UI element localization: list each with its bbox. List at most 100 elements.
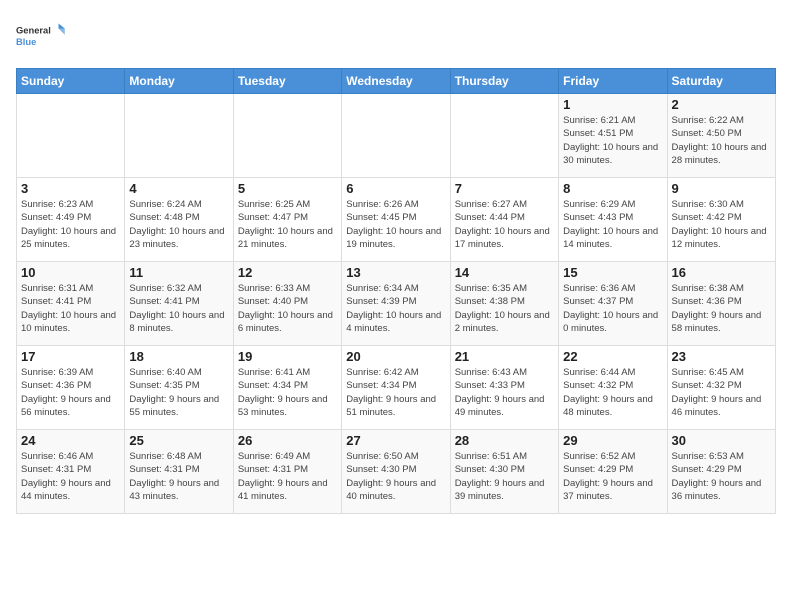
svg-text:General: General: [16, 26, 51, 36]
day-info: Sunrise: 6:40 AM Sunset: 4:35 PM Dayligh…: [129, 366, 228, 419]
day-number: 11: [129, 265, 228, 280]
calendar-cell: 28 Sunrise: 6:51 AM Sunset: 4:30 PM Dayli…: [450, 430, 558, 514]
day-number: 29: [563, 433, 662, 448]
day-info: Sunrise: 6:52 AM Sunset: 4:29 PM Dayligh…: [563, 450, 662, 503]
day-info: Sunrise: 6:46 AM Sunset: 4:31 PM Dayligh…: [21, 450, 120, 503]
calendar-table: SundayMondayTuesdayWednesdayThursdayFrid…: [16, 68, 776, 514]
day-number: 23: [672, 349, 771, 364]
day-info: Sunrise: 6:30 AM Sunset: 4:42 PM Dayligh…: [672, 198, 771, 251]
day-info: Sunrise: 6:33 AM Sunset: 4:40 PM Dayligh…: [238, 282, 337, 335]
calendar-week-row: 1 Sunrise: 6:21 AM Sunset: 4:51 PM Daylig…: [17, 94, 776, 178]
weekday-header: Thursday: [450, 69, 558, 94]
calendar-cell: 27 Sunrise: 6:50 AM Sunset: 4:30 PM Dayli…: [342, 430, 450, 514]
calendar-cell: 8 Sunrise: 6:29 AM Sunset: 4:43 PM Daylig…: [559, 178, 667, 262]
calendar-cell: 26Sunrise: 6:49 AM Sunset: 4:31 PM Dayli…: [233, 430, 341, 514]
svg-text:Blue: Blue: [16, 37, 36, 47]
day-number: 25: [129, 433, 228, 448]
day-info: Sunrise: 6:26 AM Sunset: 4:45 PM Dayligh…: [346, 198, 445, 251]
day-info: Sunrise: 6:24 AM Sunset: 4:48 PM Dayligh…: [129, 198, 228, 251]
weekday-header: Wednesday: [342, 69, 450, 94]
day-info: Sunrise: 6:53 AM Sunset: 4:29 PM Dayligh…: [672, 450, 771, 503]
day-number: 10: [21, 265, 120, 280]
page-header: General Blue: [16, 16, 776, 56]
calendar-cell: 9 Sunrise: 6:30 AM Sunset: 4:42 PM Daylig…: [667, 178, 775, 262]
day-number: 18: [129, 349, 228, 364]
day-number: 3: [21, 181, 120, 196]
calendar-cell: [342, 94, 450, 178]
day-info: Sunrise: 6:34 AM Sunset: 4:39 PM Dayligh…: [346, 282, 445, 335]
day-info: Sunrise: 6:48 AM Sunset: 4:31 PM Dayligh…: [129, 450, 228, 503]
calendar-cell: 1 Sunrise: 6:21 AM Sunset: 4:51 PM Daylig…: [559, 94, 667, 178]
calendar-cell: 19 Sunrise: 6:41 AM Sunset: 4:34 PM Dayli…: [233, 346, 341, 430]
calendar-cell: 30 Sunrise: 6:53 AM Sunset: 4:29 PM Dayli…: [667, 430, 775, 514]
calendar-cell: 12 Sunrise: 6:33 AM Sunset: 4:40 PM Dayli…: [233, 262, 341, 346]
day-number: 26: [238, 433, 337, 448]
day-number: 22: [563, 349, 662, 364]
day-info: Sunrise: 6:25 AM Sunset: 4:47 PM Dayligh…: [238, 198, 337, 251]
calendar-week-row: 17Sunrise: 6:39 AM Sunset: 4:36 PM Dayli…: [17, 346, 776, 430]
calendar-cell: 14 Sunrise: 6:35 AM Sunset: 4:38 PM Dayli…: [450, 262, 558, 346]
day-info: Sunrise: 6:35 AM Sunset: 4:38 PM Dayligh…: [455, 282, 554, 335]
calendar-week-row: 3 Sunrise: 6:23 AM Sunset: 4:49 PM Daylig…: [17, 178, 776, 262]
calendar-cell: 11 Sunrise: 6:32 AM Sunset: 4:41 PM Dayli…: [125, 262, 233, 346]
day-info: Sunrise: 6:23 AM Sunset: 4:49 PM Dayligh…: [21, 198, 120, 251]
calendar-cell: 13Sunrise: 6:34 AM Sunset: 4:39 PM Dayli…: [342, 262, 450, 346]
calendar-cell: 22 Sunrise: 6:44 AM Sunset: 4:32 PM Dayli…: [559, 346, 667, 430]
day-info: Sunrise: 6:50 AM Sunset: 4:30 PM Dayligh…: [346, 450, 445, 503]
day-number: 12: [238, 265, 337, 280]
calendar-cell: 17Sunrise: 6:39 AM Sunset: 4:36 PM Dayli…: [17, 346, 125, 430]
day-number: 1: [563, 97, 662, 112]
day-number: 15: [563, 265, 662, 280]
day-info: Sunrise: 6:44 AM Sunset: 4:32 PM Dayligh…: [563, 366, 662, 419]
weekday-header: Friday: [559, 69, 667, 94]
day-number: 16: [672, 265, 771, 280]
day-number: 28: [455, 433, 554, 448]
day-number: 6: [346, 181, 445, 196]
calendar-week-row: 24 Sunrise: 6:46 AM Sunset: 4:31 PM Dayli…: [17, 430, 776, 514]
calendar-cell: 3 Sunrise: 6:23 AM Sunset: 4:49 PM Daylig…: [17, 178, 125, 262]
calendar-cell: 5Sunrise: 6:25 AM Sunset: 4:47 PM Daylig…: [233, 178, 341, 262]
logo-svg: General Blue: [16, 16, 66, 56]
day-info: Sunrise: 6:21 AM Sunset: 4:51 PM Dayligh…: [563, 114, 662, 167]
calendar-cell: [17, 94, 125, 178]
calendar-cell: 7Sunrise: 6:27 AM Sunset: 4:44 PM Daylig…: [450, 178, 558, 262]
calendar-cell: 10 Sunrise: 6:31 AM Sunset: 4:41 PM Dayli…: [17, 262, 125, 346]
day-number: 8: [563, 181, 662, 196]
day-number: 9: [672, 181, 771, 196]
day-info: Sunrise: 6:31 AM Sunset: 4:41 PM Dayligh…: [21, 282, 120, 335]
calendar-cell: 25 Sunrise: 6:48 AM Sunset: 4:31 PM Dayli…: [125, 430, 233, 514]
calendar-cell: 4Sunrise: 6:24 AM Sunset: 4:48 PM Daylig…: [125, 178, 233, 262]
day-info: Sunrise: 6:32 AM Sunset: 4:41 PM Dayligh…: [129, 282, 228, 335]
calendar-cell: [125, 94, 233, 178]
calendar-cell: 29 Sunrise: 6:52 AM Sunset: 4:29 PM Dayli…: [559, 430, 667, 514]
calendar-cell: 24 Sunrise: 6:46 AM Sunset: 4:31 PM Dayli…: [17, 430, 125, 514]
day-info: Sunrise: 6:42 AM Sunset: 4:34 PM Dayligh…: [346, 366, 445, 419]
weekday-header: Monday: [125, 69, 233, 94]
day-number: 27: [346, 433, 445, 448]
day-number: 21: [455, 349, 554, 364]
weekday-header-row: SundayMondayTuesdayWednesdayThursdayFrid…: [17, 69, 776, 94]
calendar-cell: 15Sunrise: 6:36 AM Sunset: 4:37 PM Dayli…: [559, 262, 667, 346]
day-info: Sunrise: 6:45 AM Sunset: 4:32 PM Dayligh…: [672, 366, 771, 419]
calendar-cell: 6 Sunrise: 6:26 AM Sunset: 4:45 PM Daylig…: [342, 178, 450, 262]
day-info: Sunrise: 6:22 AM Sunset: 4:50 PM Dayligh…: [672, 114, 771, 167]
calendar-cell: 21 Sunrise: 6:43 AM Sunset: 4:33 PM Dayli…: [450, 346, 558, 430]
day-number: 30: [672, 433, 771, 448]
calendar-cell: 20 Sunrise: 6:42 AM Sunset: 4:34 PM Dayli…: [342, 346, 450, 430]
day-info: Sunrise: 6:43 AM Sunset: 4:33 PM Dayligh…: [455, 366, 554, 419]
day-info: Sunrise: 6:41 AM Sunset: 4:34 PM Dayligh…: [238, 366, 337, 419]
day-number: 24: [21, 433, 120, 448]
day-info: Sunrise: 6:38 AM Sunset: 4:36 PM Dayligh…: [672, 282, 771, 335]
day-number: 7: [455, 181, 554, 196]
day-info: Sunrise: 6:29 AM Sunset: 4:43 PM Dayligh…: [563, 198, 662, 251]
day-number: 14: [455, 265, 554, 280]
logo: General Blue: [16, 16, 66, 56]
calendar-cell: 16 Sunrise: 6:38 AM Sunset: 4:36 PM Dayli…: [667, 262, 775, 346]
weekday-header: Sunday: [17, 69, 125, 94]
calendar-cell: 18 Sunrise: 6:40 AM Sunset: 4:35 PM Dayli…: [125, 346, 233, 430]
day-number: 20: [346, 349, 445, 364]
day-info: Sunrise: 6:39 AM Sunset: 4:36 PM Dayligh…: [21, 366, 120, 419]
day-info: Sunrise: 6:51 AM Sunset: 4:30 PM Dayligh…: [455, 450, 554, 503]
day-number: 19: [238, 349, 337, 364]
weekday-header: Tuesday: [233, 69, 341, 94]
